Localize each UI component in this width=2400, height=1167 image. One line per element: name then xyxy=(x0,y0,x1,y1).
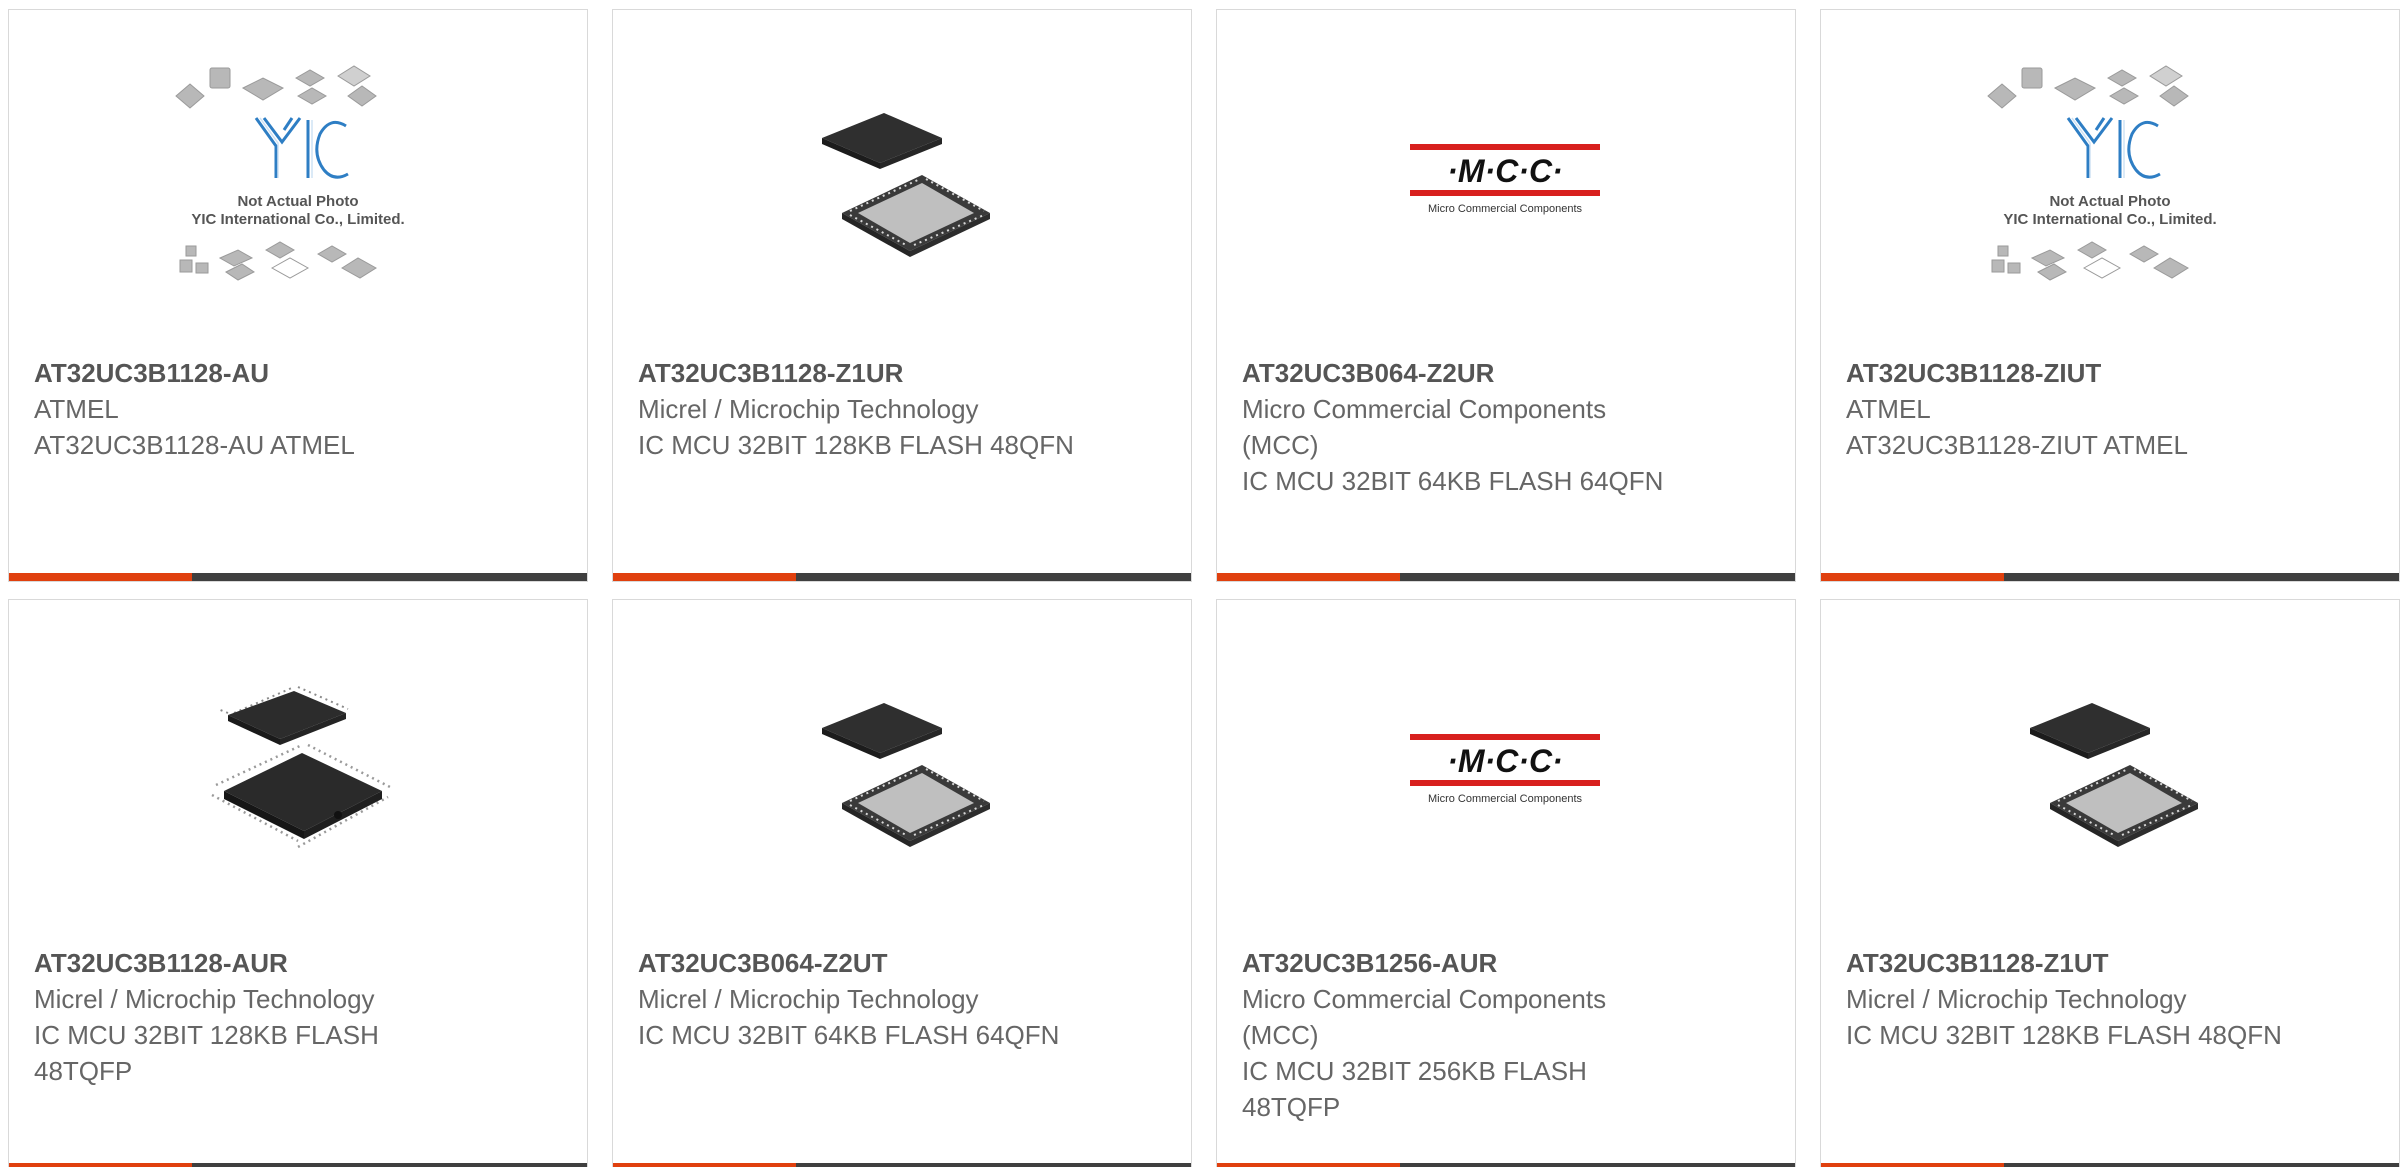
product-card[interactable]: AT32UC3B1128-Z1UT Micrel / Microchip Tec… xyxy=(1820,599,2400,1167)
manufacturer: Micrel / Microchip Technology xyxy=(1846,984,2187,1014)
tqfp-chip-image xyxy=(211,685,391,848)
part-number-link[interactable]: AT32UC3B064-Z2UT xyxy=(638,945,1166,981)
card-accent xyxy=(1821,573,2004,581)
card-accent xyxy=(9,573,192,581)
product-info: AT32UC3B1128-ZIUT ATMEL AT32UC3B1128-ZIU… xyxy=(1846,355,2374,463)
product-image[interactable]: ·M·C·C· Micro Commercial Components xyxy=(1217,600,1795,945)
card-bottom-bar xyxy=(1821,1163,2399,1167)
product-card[interactable]: ·M·C·C· Micro Commercial Components AT32… xyxy=(1216,9,1796,582)
product-image[interactable]: Not Actual Photo YIC International Co., … xyxy=(9,10,587,355)
product-card[interactable]: AT32UC3B064-Z2UT Micrel / Microchip Tech… xyxy=(612,599,1192,1167)
product-image[interactable]: Not Actual Photo YIC International Co., … xyxy=(1821,10,2399,355)
image-caption-1: Not Actual Photo xyxy=(237,193,358,210)
card-bottom-bar xyxy=(9,573,587,581)
product-card[interactable]: AT32UC3B1128-AUR Micrel / Microchip Tech… xyxy=(8,599,588,1167)
manufacturer: Micrel / Microchip Technology xyxy=(638,984,979,1014)
product-info: AT32UC3B064-Z2UT Micrel / Microchip Tech… xyxy=(638,945,1166,1053)
product-info: AT32UC3B1128-AUR Micrel / Microchip Tech… xyxy=(34,945,562,1089)
card-bottom-bar xyxy=(1217,1163,1795,1167)
qfn-chip-image xyxy=(822,112,990,257)
card-bottom-bar xyxy=(613,1163,1191,1167)
product-info: AT32UC3B1128-Z1UT Micrel / Microchip Tec… xyxy=(1846,945,2374,1053)
mcc-logo-image: ·M·C·C· Micro Commercial Components xyxy=(1410,733,1600,805)
product-image[interactable] xyxy=(1821,600,2399,945)
card-accent xyxy=(613,1163,796,1167)
part-number-link[interactable]: AT32UC3B1128-Z1UT xyxy=(1846,945,2374,981)
image-caption-1: Not Actual Photo xyxy=(2049,193,2170,210)
part-number-link[interactable]: AT32UC3B1128-AU xyxy=(34,355,562,391)
product-card[interactable]: Not Actual Photo YIC International Co., … xyxy=(8,9,588,582)
product-card[interactable]: ·M·C·C· Micro Commercial Components AT32… xyxy=(1216,599,1796,1167)
manufacturer: Micrel / Microchip Technology xyxy=(34,984,375,1014)
product-image[interactable] xyxy=(9,600,587,945)
description: IC MCU 32BIT 128KB FLASH 48QFN xyxy=(638,430,1074,460)
manufacturer: Micrel / Microchip Technology xyxy=(638,394,979,424)
description: IC MCU 32BIT 64KB FLASH 64QFN xyxy=(1242,466,1664,496)
product-card[interactable]: Not Actual Photo YIC International Co., … xyxy=(1820,9,2400,582)
product-info: AT32UC3B1128-AU ATMEL AT32UC3B1128-AU AT… xyxy=(34,355,562,463)
description: IC MCU 32BIT 256KB FLASH 48TQFP xyxy=(1242,1056,1587,1122)
description: IC MCU 32BIT 64KB FLASH 64QFN xyxy=(638,1020,1060,1050)
mcc-logo-text: ·M·C·C· xyxy=(1447,153,1563,189)
description: IC MCU 32BIT 128KB FLASH 48QFN xyxy=(1846,1020,2282,1050)
part-number-link[interactable]: AT32UC3B1128-Z1UR xyxy=(638,355,1166,391)
card-accent xyxy=(1821,1163,2004,1167)
manufacturer: Micro Commercial Components (MCC) xyxy=(1242,394,1607,460)
card-bottom-bar xyxy=(9,1163,587,1167)
part-number-link[interactable]: AT32UC3B1256-AUR xyxy=(1242,945,1770,981)
product-grid: Not Actual Photo YIC International Co., … xyxy=(0,0,2400,1167)
card-accent xyxy=(1217,573,1400,581)
image-caption-2: YIC International Co., Limited. xyxy=(2003,211,2216,228)
product-image[interactable]: ·M·C·C· Micro Commercial Components xyxy=(1217,10,1795,355)
part-number-link[interactable]: AT32UC3B064-Z2UR xyxy=(1242,355,1770,391)
description: AT32UC3B1128-ZIUT ATMEL xyxy=(1846,430,2188,460)
description: IC MCU 32BIT 128KB FLASH 48TQFP xyxy=(34,1020,379,1086)
part-number-link[interactable]: AT32UC3B1128-ZIUT xyxy=(1846,355,2374,391)
image-caption-2: YIC International Co., Limited. xyxy=(191,211,404,228)
yic-placeholder-image: Not Actual Photo YIC International Co., … xyxy=(1987,64,2217,281)
card-accent xyxy=(9,1163,192,1167)
yic-placeholder-image: Not Actual Photo YIC International Co., … xyxy=(175,64,405,281)
product-info: AT32UC3B1128-Z1UR Micrel / Microchip Tec… xyxy=(638,355,1166,463)
mcc-logo-text: ·M·C·C· xyxy=(1447,743,1563,779)
product-image[interactable] xyxy=(613,600,1191,945)
card-bottom-bar xyxy=(1821,573,2399,581)
product-image[interactable] xyxy=(613,10,1191,355)
part-number-link[interactable]: AT32UC3B1128-AUR xyxy=(34,945,562,981)
mcc-logo-image: ·M·C·C· Micro Commercial Components xyxy=(1410,143,1600,215)
card-bottom-bar xyxy=(613,573,1191,581)
product-info: AT32UC3B1256-AUR Micro Commercial Compon… xyxy=(1242,945,1770,1125)
product-card[interactable]: AT32UC3B1128-Z1UR Micrel / Microchip Tec… xyxy=(612,9,1192,582)
mcc-logo-subtext: Micro Commercial Components xyxy=(1428,203,1583,215)
card-bottom-bar xyxy=(1217,573,1795,581)
manufacturer: ATMEL xyxy=(34,394,119,424)
manufacturer: Micro Commercial Components (MCC) xyxy=(1242,984,1607,1050)
qfn-chip-image xyxy=(2030,702,2198,847)
manufacturer: ATMEL xyxy=(1846,394,1931,424)
qfn-chip-image xyxy=(822,702,990,847)
mcc-logo-subtext: Micro Commercial Components xyxy=(1428,793,1583,805)
description: AT32UC3B1128-AU ATMEL xyxy=(34,430,355,460)
card-accent xyxy=(1217,1163,1400,1167)
card-accent xyxy=(613,573,796,581)
product-info: AT32UC3B064-Z2UR Micro Commercial Compon… xyxy=(1242,355,1770,499)
